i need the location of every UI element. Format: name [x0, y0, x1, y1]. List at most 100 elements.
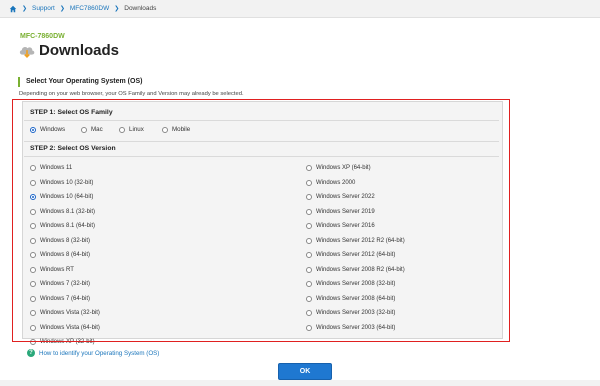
radio[interactable] [306, 266, 312, 273]
radio-selected[interactable] [30, 126, 36, 133]
model-name: MFC-7860DW [20, 33, 65, 40]
os-version-option[interactable]: Windows 8.1 (64-bit) [30, 219, 100, 234]
radio[interactable] [81, 126, 87, 133]
os-version-option[interactable]: Windows 10 (64-bit) [30, 190, 100, 205]
radio[interactable] [306, 208, 312, 215]
os-version-option[interactable]: Windows Server 2022 [306, 190, 405, 205]
radio[interactable] [306, 165, 312, 172]
radio[interactable] [30, 252, 36, 259]
os-version-option[interactable]: Windows 8 (32-bit) [30, 234, 100, 249]
os-family-group: Windows Mac Linux Mobile [30, 126, 190, 133]
os-version-option[interactable]: Windows Server 2012 R2 (64-bit) [306, 234, 405, 249]
breadcrumb-support[interactable]: Support [32, 5, 55, 12]
os-version-option[interactable]: Windows 11 [30, 161, 100, 176]
os-version-option[interactable]: Windows 10 (32-bit) [30, 176, 100, 191]
divider [24, 141, 499, 142]
option-label: Windows 11 [40, 165, 73, 172]
option-label: Windows 8.1 (64-bit) [40, 223, 96, 230]
divider [24, 156, 499, 157]
radio[interactable] [306, 194, 312, 201]
os-version-option[interactable]: Windows Server 2012 (64-bit) [306, 248, 405, 263]
radio[interactable] [30, 281, 36, 288]
radio[interactable] [30, 223, 36, 230]
breadcrumb-current: Downloads [124, 5, 157, 12]
radio[interactable] [30, 310, 36, 317]
radio[interactable] [306, 223, 312, 230]
help-link-label[interactable]: How to identify your Operating System (O… [39, 350, 159, 357]
chevron-right-icon: ❯ [114, 6, 120, 12]
breadcrumb-model[interactable]: MFC7860DW [70, 5, 109, 12]
radio[interactable] [30, 237, 36, 244]
os-version-column-right: Windows XP (64-bit) Windows 2000 Windows S… [306, 161, 405, 335]
option-label: Windows XP (64-bit) [316, 165, 371, 172]
os-version-option[interactable]: Windows Vista (64-bit) [30, 321, 100, 336]
os-version-column-left: Windows 11 Windows 10 (32-bit) Windows 10 … [30, 161, 100, 350]
option-label: Windows 8.1 (32-bit) [40, 208, 96, 215]
radio[interactable] [306, 237, 312, 244]
os-version-option[interactable]: Windows Server 2003 (64-bit) [306, 321, 405, 336]
option-label: Windows Server 2008 (32-bit) [316, 281, 396, 288]
step1-title: STEP 1: Select OS Family [30, 109, 113, 116]
radio[interactable] [30, 324, 36, 331]
os-version-option[interactable]: Windows Server 2019 [306, 205, 405, 220]
os-version-option[interactable]: Windows Server 2016 [306, 219, 405, 234]
os-version-option[interactable]: Windows RT [30, 263, 100, 278]
os-family-mac[interactable]: Mac [81, 126, 119, 133]
option-label: Windows 8 (32-bit) [40, 237, 91, 244]
section-title: Select Your Operating System (OS) [18, 77, 142, 87]
radio[interactable] [306, 324, 312, 331]
option-label: Windows 10 (64-bit) [40, 194, 94, 201]
option-label: Windows Server 2008 R2 (64-bit) [316, 266, 405, 273]
option-label: Windows Server 2022 [316, 194, 375, 201]
radio[interactable] [162, 126, 168, 133]
radio[interactable] [30, 208, 36, 215]
os-version-option[interactable]: Windows 8 (64-bit) [30, 248, 100, 263]
radio[interactable] [30, 295, 36, 302]
radio[interactable] [306, 252, 312, 259]
option-label: Windows 2000 [316, 179, 356, 186]
os-version-option[interactable]: Windows Server 2008 R2 (64-bit) [306, 263, 405, 278]
radio[interactable] [119, 126, 125, 133]
os-version-option[interactable]: Windows 7 (64-bit) [30, 292, 100, 307]
ok-button[interactable]: OK [278, 363, 332, 380]
option-label: Windows Server 2003 (32-bit) [316, 310, 396, 317]
page-title: Downloads [39, 42, 120, 59]
option-label: Windows Server 2012 (64-bit) [316, 252, 396, 259]
radio[interactable] [306, 295, 312, 302]
radio[interactable] [30, 179, 36, 186]
os-version-option[interactable]: Windows XP (32-bit) [30, 335, 100, 350]
os-version-option[interactable]: Windows 8.1 (32-bit) [30, 205, 100, 220]
radio[interactable] [30, 339, 36, 346]
os-version-option[interactable]: Windows 7 (32-bit) [30, 277, 100, 292]
radio[interactable] [30, 165, 36, 172]
option-label: Windows Server 2012 R2 (64-bit) [316, 237, 405, 244]
os-family-windows[interactable]: Windows [30, 126, 81, 133]
option-label: Windows RT [40, 266, 74, 273]
help-circle-icon: ? [27, 349, 35, 357]
os-version-option[interactable]: Windows Vista (32-bit) [30, 306, 100, 321]
option-label: Windows Server 2008 (64-bit) [316, 295, 396, 302]
os-version-option[interactable]: Windows XP (64-bit) [306, 161, 405, 176]
option-label: Windows Vista (32-bit) [40, 310, 100, 317]
help-link[interactable]: ? How to identify your Operating System … [27, 349, 159, 357]
radio[interactable] [306, 310, 312, 317]
option-label: Windows 10 (32-bit) [40, 179, 94, 186]
os-family-linux[interactable]: Linux [119, 126, 162, 133]
os-version-option[interactable]: Windows Server 2008 (64-bit) [306, 292, 405, 307]
breadcrumb: ❯ Support ❯ MFC7860DW ❯ Downloads [0, 0, 600, 18]
os-family-mobile[interactable]: Mobile [162, 126, 190, 133]
os-version-option[interactable]: Windows Server 2008 (32-bit) [306, 277, 405, 292]
cloud-download-icon [19, 46, 35, 58]
divider [24, 120, 499, 121]
option-label: Windows 8 (64-bit) [40, 252, 91, 259]
radio-selected[interactable] [30, 194, 36, 201]
page-header: Downloads [18, 42, 119, 59]
option-label: Windows Server 2003 (64-bit) [316, 324, 396, 331]
radio[interactable] [30, 266, 36, 273]
os-version-option[interactable]: Windows 2000 [306, 176, 405, 191]
radio[interactable] [306, 281, 312, 288]
option-label: Windows Vista (64-bit) [40, 324, 100, 331]
radio[interactable] [306, 179, 312, 186]
os-version-option[interactable]: Windows Server 2003 (32-bit) [306, 306, 405, 321]
home-icon[interactable] [9, 5, 17, 13]
